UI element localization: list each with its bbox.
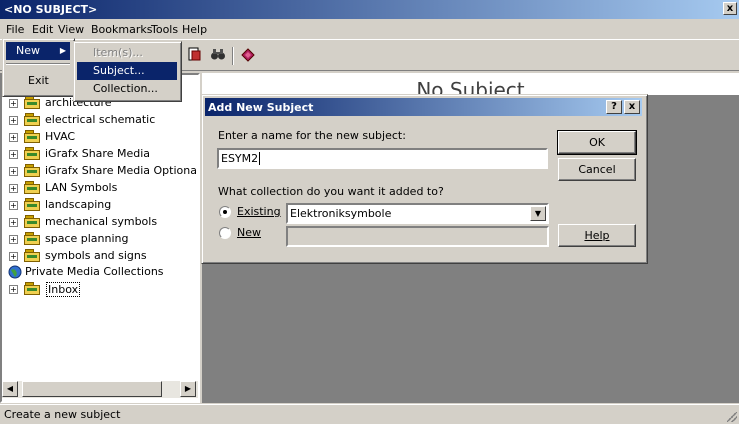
folder-icon bbox=[24, 198, 41, 211]
tree-item-label: mechanical symbols bbox=[45, 215, 158, 228]
help-label-text: Help bbox=[584, 229, 610, 242]
tree-hscrollbar[interactable]: ◀ ▶ bbox=[2, 381, 198, 398]
tree-expander[interactable]: + bbox=[9, 218, 18, 227]
tree-expander[interactable]: + bbox=[9, 99, 18, 108]
collection-select-value: Elektroniksymbole bbox=[290, 207, 392, 220]
toolbar-separator bbox=[232, 47, 234, 65]
dialog-help-button[interactable]: ? bbox=[606, 100, 622, 114]
cancel-button[interactable]: Cancel bbox=[558, 158, 636, 181]
tree-expander[interactable]: + bbox=[9, 235, 18, 244]
menu-item-new[interactable]: New ▶ bbox=[6, 42, 70, 60]
tree-item-inbox[interactable]: + Inbox bbox=[9, 281, 199, 297]
folder-icon bbox=[24, 113, 41, 126]
collection-prompt: What collection do you want it added to? bbox=[218, 185, 444, 198]
tree-expander[interactable]: + bbox=[9, 252, 18, 261]
tree-expander[interactable]: + bbox=[9, 167, 18, 176]
scroll-thumb[interactable] bbox=[22, 381, 162, 397]
tree-expander[interactable]: + bbox=[9, 184, 18, 193]
chevron-down-icon[interactable]: ▼ bbox=[530, 206, 546, 221]
binoculars-icon[interactable] bbox=[208, 46, 228, 66]
tree-item-label: Private Media Collections bbox=[25, 265, 164, 278]
name-prompt: Enter a name for the new subject: bbox=[218, 129, 406, 142]
menu-item-label: Subject... bbox=[93, 64, 145, 77]
menu-tools[interactable]: Tools bbox=[151, 23, 178, 36]
menubar: File Edit View Bookmarks Tools Help bbox=[0, 19, 739, 39]
folder-icon bbox=[24, 249, 41, 262]
menu-bookmarks[interactable]: Bookmarks bbox=[91, 23, 152, 36]
existing-label-text: Existing bbox=[237, 205, 281, 218]
folder-icon bbox=[24, 130, 41, 143]
new-radio-label[interactable]: New bbox=[237, 226, 261, 239]
tree-item-label: iGrafx Share Media Optiona bbox=[45, 164, 197, 177]
menu-item-items: Item(s)... bbox=[77, 44, 177, 62]
collection-select[interactable]: Elektroniksymbole ▼ bbox=[286, 203, 549, 224]
add-subject-dialog: Add New Subject ? x Enter a name for the… bbox=[201, 94, 648, 264]
tree-expander[interactable]: + bbox=[9, 285, 18, 294]
tree-item-label: Inbox bbox=[46, 282, 81, 297]
folder-icon bbox=[24, 215, 41, 228]
scroll-left-button[interactable]: ◀ bbox=[2, 381, 18, 397]
existing-radio-label[interactable]: Existing bbox=[237, 205, 281, 218]
help-button[interactable]: Help bbox=[558, 224, 636, 247]
folder-icon bbox=[24, 96, 41, 109]
folder-icon bbox=[24, 181, 41, 194]
folder-icon bbox=[24, 282, 41, 295]
folder-icon bbox=[24, 232, 41, 245]
tree-item-label: landscaping bbox=[45, 198, 112, 211]
menu-item-label: Exit bbox=[28, 74, 49, 87]
tree-item-label: HVAC bbox=[45, 130, 76, 143]
folder-icon bbox=[24, 164, 41, 177]
tree-item-label: LAN Symbols bbox=[45, 181, 118, 194]
menu-help[interactable]: Help bbox=[182, 23, 207, 36]
tree-item-label: space planning bbox=[45, 232, 129, 245]
tree-item-label: iGrafx Share Media bbox=[45, 147, 150, 160]
new-label-text: New bbox=[237, 226, 261, 239]
menu-file[interactable]: File bbox=[6, 23, 24, 36]
new-submenu: Item(s)... Subject... Collection... bbox=[73, 41, 182, 102]
file-menu: New ▶ Exit bbox=[2, 38, 75, 97]
menu-separator bbox=[6, 63, 70, 65]
submenu-arrow-icon: ▶ bbox=[59, 46, 66, 55]
text-cursor: ​ bbox=[259, 152, 261, 165]
menu-item-collection[interactable]: Collection... bbox=[77, 80, 177, 98]
menu-item-label: New bbox=[16, 44, 40, 57]
window-titlebar: <NO SUBJECT> x bbox=[0, 0, 739, 19]
menu-item-subject[interactable]: Subject... bbox=[77, 62, 177, 80]
tree-expander[interactable]: + bbox=[9, 201, 18, 210]
new-radio[interactable] bbox=[219, 227, 231, 239]
resize-grip-icon[interactable] bbox=[727, 412, 737, 422]
subject-name-input[interactable]: ESYM2​ bbox=[217, 148, 548, 169]
book-icon[interactable] bbox=[238, 46, 258, 66]
dialog-titlebar: Add New Subject ? x bbox=[205, 98, 642, 116]
ok-button[interactable]: OK bbox=[557, 130, 637, 155]
tree-expander[interactable]: + bbox=[9, 150, 18, 159]
statusbar: Create a new subject bbox=[0, 404, 739, 424]
tree-expander[interactable]: + bbox=[9, 133, 18, 142]
dialog-title: Add New Subject bbox=[208, 101, 314, 114]
menu-view[interactable]: View bbox=[58, 23, 84, 36]
tree-item-label: electrical schematic bbox=[45, 113, 156, 126]
window-title: <NO SUBJECT> bbox=[4, 3, 98, 16]
document-icon[interactable] bbox=[184, 46, 204, 66]
menu-item-label: Item(s)... bbox=[93, 46, 143, 59]
dialog-close-button[interactable]: x bbox=[624, 100, 640, 114]
new-collection-input bbox=[286, 226, 549, 247]
subject-name-value: ESYM2 bbox=[221, 152, 259, 165]
existing-radio[interactable] bbox=[219, 206, 231, 218]
menu-edit[interactable]: Edit bbox=[32, 23, 53, 36]
tree-expander[interactable]: + bbox=[9, 116, 18, 125]
status-text: Create a new subject bbox=[4, 408, 121, 421]
scroll-right-button[interactable]: ▶ bbox=[180, 381, 196, 397]
tree-item-label: symbols and signs bbox=[45, 249, 147, 262]
menu-item-exit[interactable]: Exit bbox=[6, 72, 70, 90]
menu-item-label: Collection... bbox=[93, 82, 158, 95]
globe-icon bbox=[8, 265, 22, 279]
window-close-button[interactable]: x bbox=[723, 2, 737, 15]
folder-icon bbox=[24, 147, 41, 160]
